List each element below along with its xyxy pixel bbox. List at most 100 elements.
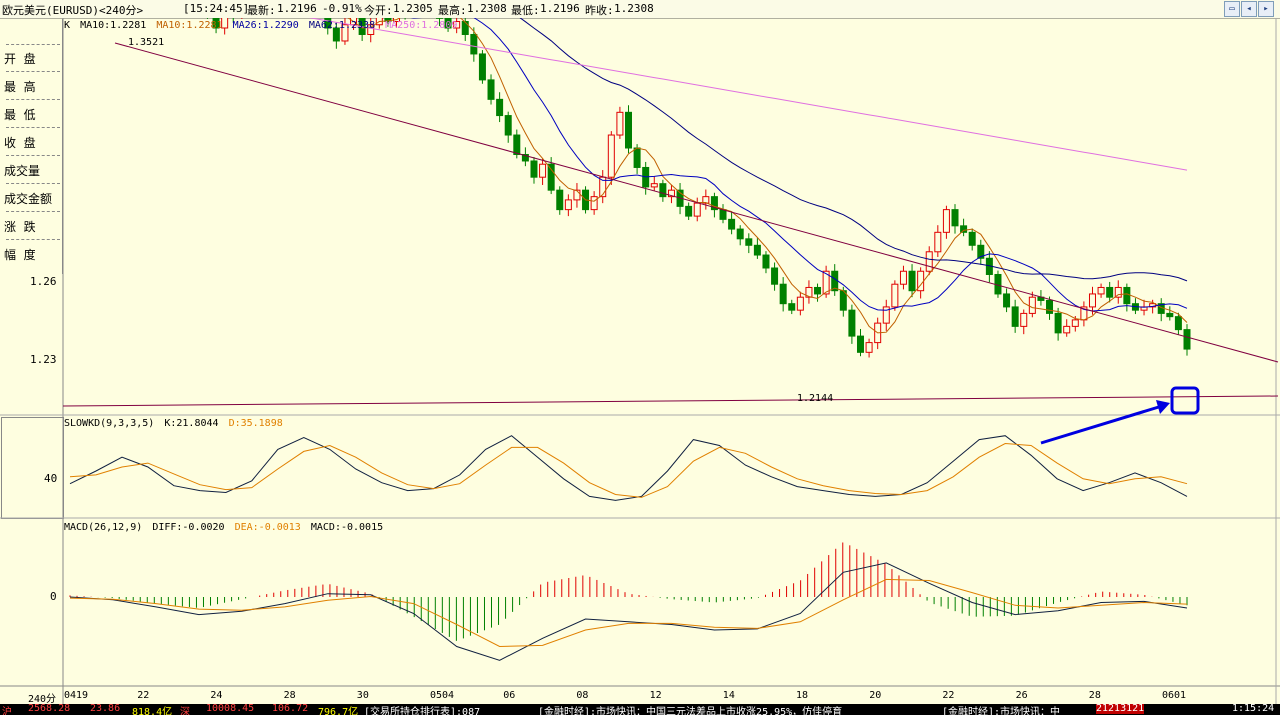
quote-low: 1.2196 — [540, 2, 580, 15]
kd-k-line — [69, 435, 1188, 501]
date-tick-label: 14 — [722, 690, 735, 701]
quote-latest-label: 最新: — [247, 4, 276, 17]
candle-body — [590, 196, 598, 211]
candle-body — [633, 147, 641, 168]
candle-body — [573, 189, 581, 201]
ticker-news-2[interactable]: [金融时经]:市场快讯：中国三元法差品上市收涨25.95%，仿佳停育 — [538, 704, 842, 715]
chevron-left-icon[interactable]: ◂ — [1241, 1, 1257, 17]
candle-body — [607, 134, 615, 178]
legend-ma10b: MA10:1.2281 — [156, 20, 223, 31]
kd-d-line — [69, 442, 1188, 498]
chevron-right-icon[interactable]: ▸ — [1258, 1, 1274, 17]
date-tick-label: 22 — [942, 690, 955, 701]
kd-tick-40: 40 — [44, 472, 58, 485]
candle-body — [685, 205, 693, 217]
candle-body — [925, 251, 933, 272]
ticker-sh-label: 沪 — [2, 707, 12, 715]
date-tick-label: 28 — [283, 690, 296, 701]
candle-body — [1123, 286, 1131, 305]
quote-prev-label: 昨收: — [585, 4, 614, 17]
ticker-news-3[interactable]: [金融时经]:市场快讯：中 — [942, 704, 1060, 715]
candle-body — [1106, 286, 1114, 298]
date-tick-label: 18 — [796, 690, 809, 701]
kd-series — [69, 435, 1188, 501]
macd-legend-diff: DIFF:-0.0020 — [152, 522, 225, 533]
candle-body — [530, 160, 538, 178]
ticker-sz-index: 10008.45 — [206, 704, 255, 714]
ticker-code: 21213121 — [1096, 704, 1145, 714]
candle-body — [908, 270, 916, 292]
date-tick-label: 0601 — [1162, 690, 1187, 701]
quote-header: 欧元美元(EURUSD)<240分> [15:24:45] 最新: 1.2196… — [0, 0, 1280, 19]
legend-k: K — [64, 20, 71, 31]
ticker-clock: 1:15:24 — [1232, 704, 1275, 714]
macd-diff-line — [69, 562, 1188, 661]
macd-series — [69, 542, 1188, 661]
candle-body — [1011, 306, 1019, 327]
ticker-sz-amount: 796.7亿 — [318, 707, 359, 715]
candle-body — [1088, 293, 1096, 308]
candle-body — [513, 134, 521, 155]
date-tick-label: 22 — [137, 690, 150, 701]
ma-series — [308, 18, 1188, 334]
candle-body — [496, 98, 504, 117]
candle-body — [1003, 293, 1011, 308]
legend-ma250: MA250:1.2809 — [385, 20, 458, 31]
price-tick-126: 1.26 — [30, 275, 57, 288]
macd-legend: MACD(26,12,9) DIFF:-0.0020 DEA:-0.0013 M… — [64, 522, 387, 533]
quote-latest: 1.2196 — [277, 2, 317, 15]
candle-series — [206, 18, 1191, 358]
candle-body — [771, 267, 779, 285]
candle-body — [1071, 319, 1079, 327]
quote-low-label: 最低: — [511, 4, 540, 17]
quote-change: -0.91% — [322, 2, 362, 15]
trendline-lower — [62, 395, 1279, 407]
candle-body — [899, 270, 907, 285]
candle-body — [796, 296, 804, 311]
candle-body — [814, 286, 822, 295]
quote-high-label: 最高: — [438, 4, 467, 17]
ticker-news-1[interactable]: [交易所持仓排行表]:087 — [364, 704, 480, 715]
candle-body — [556, 189, 564, 211]
ticker-sh-amount: 818.4亿 — [132, 707, 173, 715]
window-icon[interactable]: ▭ — [1224, 1, 1240, 17]
kd-legend-k: K:21.8044 — [164, 418, 219, 429]
candle-body — [564, 199, 572, 211]
candle-body — [728, 218, 736, 230]
candle-body — [487, 79, 495, 100]
kd-legend-d: D:35.1898 — [228, 418, 283, 429]
candle-body — [779, 283, 787, 305]
candle-body — [753, 244, 761, 256]
quote-time: [15:24:45] — [183, 2, 250, 15]
candle-body — [960, 225, 968, 233]
kd-legend: SLOWKD(9,3,3,5) K:21.8044 D:35.1898 — [64, 418, 287, 429]
kd-legend-name: SLOWKD(9,3,3,5) — [64, 418, 155, 429]
date-tick-label: 12 — [649, 690, 662, 701]
candle-body — [470, 33, 478, 55]
candle-body — [1183, 329, 1191, 350]
ticker-sh-index: 2568.28 — [28, 704, 71, 714]
chart-area — [0, 18, 1280, 704]
candle-body — [1097, 286, 1105, 295]
candle-body — [942, 209, 950, 233]
macd-dea-line — [69, 578, 1188, 648]
low-annotation: 1.2144 — [797, 393, 834, 404]
candle-body — [1174, 316, 1182, 331]
candle-body — [951, 209, 959, 227]
date-tick-label: 28 — [1088, 690, 1101, 701]
candle-body — [719, 209, 727, 220]
pointer-arrow — [1040, 404, 1163, 445]
date-tick-label: 26 — [1015, 690, 1028, 701]
high-annotation: 1.3521 — [128, 37, 165, 48]
candle-body — [1063, 325, 1071, 334]
status-ticker: 沪 2568.28 23.86 818.4亿 深 10008.45 106.72… — [0, 704, 1280, 715]
candle-body — [865, 342, 873, 353]
ma26-line — [410, 18, 1188, 312]
candle-body — [650, 183, 658, 188]
candle-body — [856, 335, 864, 353]
instrument-title: 欧元美元(EURUSD)<240分> — [2, 4, 144, 17]
candle-body — [625, 111, 632, 149]
ticker-sh-change: 23.86 — [90, 704, 121, 714]
candle-body — [1020, 312, 1028, 327]
candle-body — [504, 115, 512, 136]
